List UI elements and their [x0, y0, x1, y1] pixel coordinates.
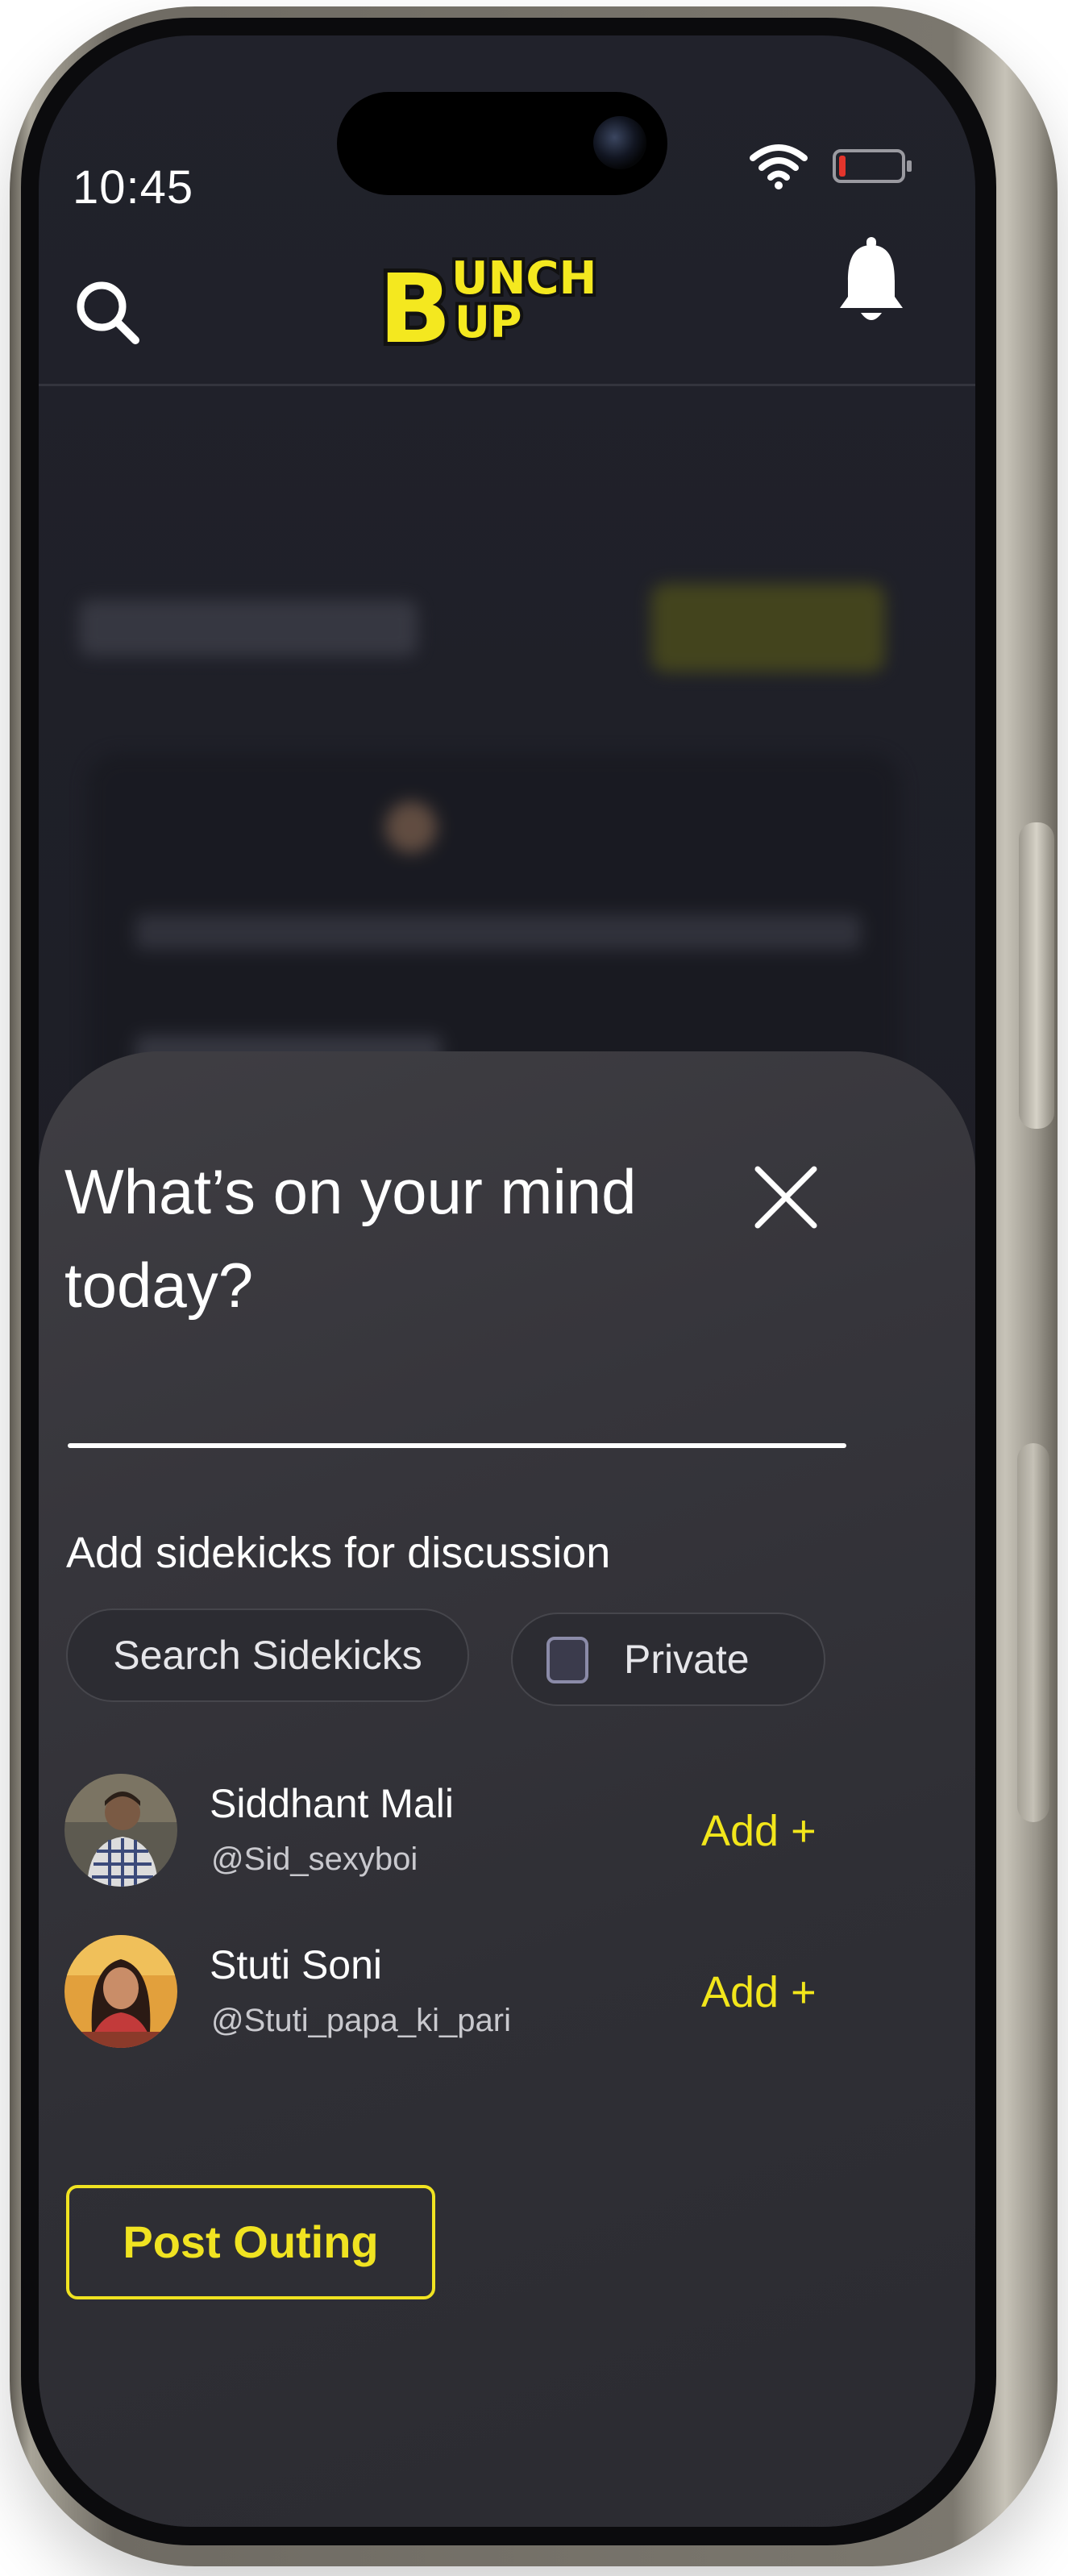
- post-outing-button[interactable]: Post Outing: [66, 2185, 435, 2299]
- add-sidekick-button[interactable]: Add +: [701, 1967, 817, 2017]
- search-sidekicks-input[interactable]: Search Sidekicks: [66, 1608, 469, 1702]
- avatar: [64, 1774, 177, 1887]
- feed-avatar-placeholder: [385, 801, 437, 853]
- sidekick-row: Stuti Soni @Stuti_papa_ki_pari Add +: [0, 1935, 1068, 2056]
- sidekick-row: Siddhant Mali @Sid_sexyboi Add +: [0, 1774, 1068, 1895]
- blurred-feed-background: [39, 414, 975, 1205]
- wifi-icon: [750, 144, 808, 189]
- close-icon[interactable]: [750, 1161, 822, 1234]
- logo-letter-b: B: [379, 253, 451, 352]
- sidekicks-label: Add sidekicks for discussion: [66, 1529, 611, 1577]
- bell-icon[interactable]: [837, 234, 906, 327]
- post-text-input[interactable]: [68, 1443, 846, 1448]
- feed-heading-placeholder: [79, 600, 418, 656]
- sheet-title: What’s on your mind today?: [64, 1156, 637, 1321]
- search-icon[interactable]: [73, 277, 142, 347]
- private-label: Private: [624, 1637, 750, 1682]
- sidekick-handle: @Sid_sexyboi: [211, 1841, 418, 1877]
- status-time: 10:45: [73, 161, 194, 214]
- power-button: [1019, 822, 1054, 1129]
- private-toggle[interactable]: Private: [511, 1613, 825, 1706]
- sidekick-name: Siddhant Mali: [210, 1781, 454, 1826]
- avatar: [64, 1935, 177, 2048]
- feed-action-placeholder: [651, 584, 885, 672]
- side-rail: [1017, 1443, 1049, 1822]
- camera-icon: [593, 116, 646, 169]
- logo-word-up: UP: [455, 297, 522, 347]
- add-sidekick-button[interactable]: Add +: [701, 1806, 817, 1856]
- header-divider: [39, 384, 975, 386]
- dynamic-island: [337, 92, 667, 195]
- feed-text-placeholder: [135, 914, 861, 950]
- sidekick-handle: @Stuti_papa_ki_pari: [211, 2003, 511, 2038]
- bunchup-logo: B B UNCH UNCH UP UP: [377, 249, 600, 352]
- battery-level: [839, 156, 846, 177]
- battery-icon: [833, 149, 912, 183]
- private-checkbox[interactable]: [546, 1637, 588, 1683]
- device-mockup: 10:45 B B UNCH UNCH UP UP What’s on your…: [0, 0, 1068, 2576]
- sidekick-name: Stuti Soni: [210, 1942, 383, 1987]
